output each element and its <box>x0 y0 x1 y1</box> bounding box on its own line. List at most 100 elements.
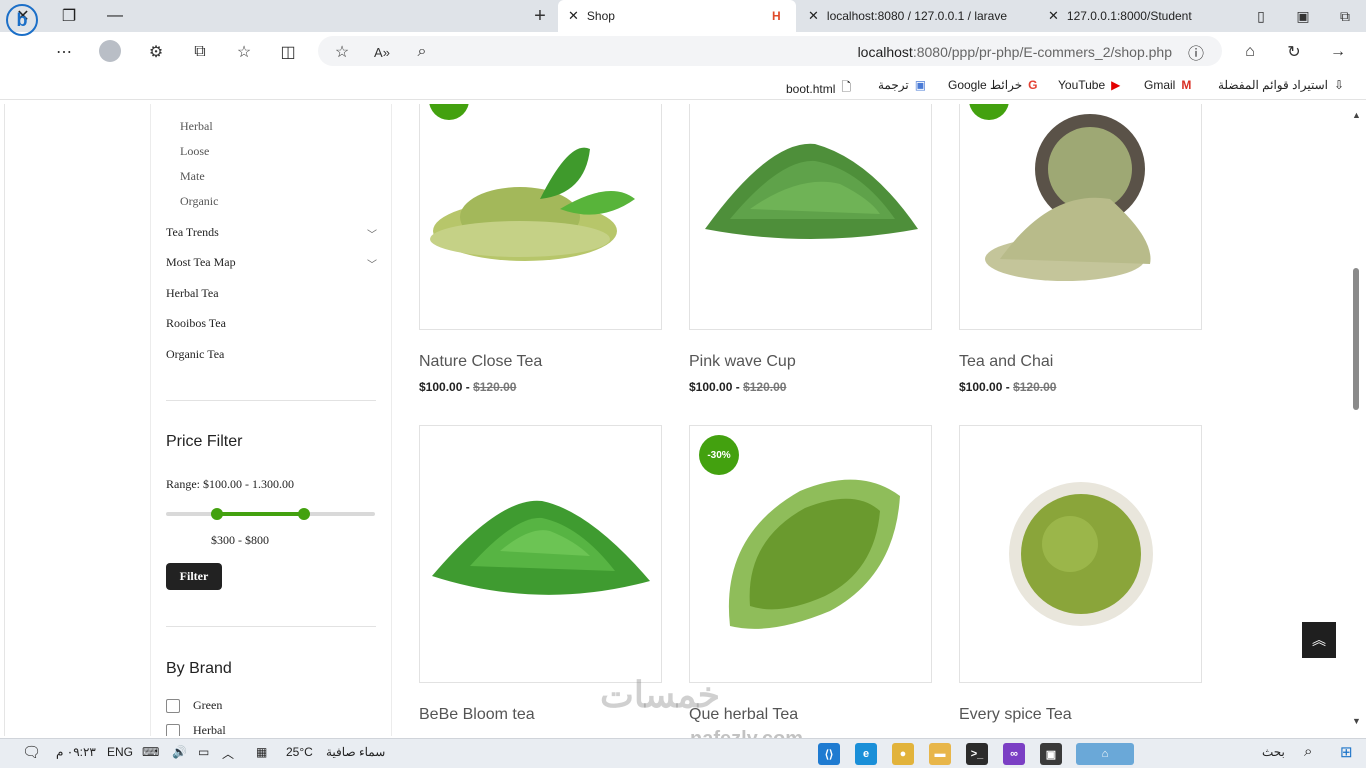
filter-button[interactable]: Filter <box>166 563 222 590</box>
tab-shop[interactable]: ✕ Shop H <box>558 0 796 32</box>
more-options-icon[interactable]: ⋯ <box>50 38 78 66</box>
chevron-down-icon[interactable]: ﹀ <box>367 256 377 271</box>
product-name[interactable]: Pink wave Cup <box>689 353 796 371</box>
windows-taskbar: 🗨 ٠٩:٢٣ م ENG ⌨ 🔊 ▭ ︿ ▦ 25°C سماء صافية … <box>0 738 1366 768</box>
visual-studio-icon[interactable]: ∞ <box>1003 743 1025 765</box>
price-filter-title: Price Filter <box>166 433 243 450</box>
site-info-icon[interactable]: ⓘ <box>1182 38 1210 66</box>
category-rooibos-tea[interactable]: Rooibos Tea <box>166 316 226 331</box>
close-tab-icon[interactable]: ✕ <box>568 8 579 24</box>
notification-icon[interactable]: 🗨 <box>22 743 41 761</box>
site-favicon-icon: H <box>772 9 781 23</box>
search-label[interactable]: بحث <box>1262 745 1285 759</box>
matcha-pile-image <box>432 500 650 595</box>
scroll-down-icon[interactable]: ▼ <box>1352 716 1361 726</box>
shop-sidebar: Herbal Loose Mate Organic Tea Trends ﹀ M… <box>150 104 392 736</box>
product-card-image[interactable] <box>689 104 932 330</box>
brand-green-checkbox[interactable] <box>166 699 180 713</box>
extensions-icon[interactable]: ⚙ <box>142 38 170 66</box>
product-name[interactable]: Tea and Chai <box>959 353 1053 371</box>
brand-herbal-checkbox[interactable] <box>166 724 180 736</box>
subcategory-organic[interactable]: Organic <box>180 194 218 209</box>
file-explorer-icon[interactable]: ▬ <box>929 743 951 765</box>
bookmarks-bar: boot.html 🗋 ترجمة ▣ Google خرائط G YouTube ▶… <box>0 72 1366 100</box>
home-icon[interactable]: ⌂ <box>1236 38 1264 66</box>
volume-icon[interactable]: 🔊 <box>172 745 187 759</box>
product-name[interactable]: Nature Close Tea <box>419 353 542 371</box>
subcategory-herbal[interactable]: Herbal <box>180 119 213 134</box>
keyboard-icon[interactable]: ⌨ <box>142 745 159 759</box>
product-card-image[interactable] <box>959 104 1202 330</box>
forward-icon[interactable]: → <box>1324 38 1352 66</box>
battery-icon[interactable]: ▭ <box>198 745 209 759</box>
product-price: $100.00 - $120.00 <box>419 380 517 394</box>
shop-page: Herbal Loose Mate Organic Tea Trends ﹀ M… <box>0 104 1348 736</box>
chevron-down-icon[interactable]: ﹀ <box>367 226 377 241</box>
tab-localhost-8080[interactable]: ✕ localhost:8080 / 127.0.0.1 / larave <box>798 0 1036 32</box>
scroll-to-top-button[interactable]: ︽ <box>1302 622 1336 658</box>
product-card-image[interactable] <box>419 104 662 330</box>
windows-start-icon[interactable]: ⊞ <box>1340 743 1353 761</box>
page-scrollbar[interactable]: ▲ ▼ <box>1348 104 1366 736</box>
scroll-up-icon[interactable]: ▲ <box>1352 110 1361 120</box>
subcategory-mate[interactable]: Mate <box>180 169 205 184</box>
product-card-image[interactable] <box>959 425 1202 683</box>
subcategory-loose[interactable]: Loose <box>180 144 209 159</box>
document-icon[interactable]: ▯ <box>1240 0 1282 32</box>
scrollbar-thumb[interactable] <box>1353 268 1359 410</box>
app-icon[interactable]: ▣ <box>1040 743 1062 765</box>
tea-bowl-image <box>985 114 1151 281</box>
chrome-icon[interactable]: ● <box>892 743 914 765</box>
add-favorite-icon[interactable]: ☆ <box>328 38 356 66</box>
weather-status[interactable]: سماء صافية <box>326 745 385 759</box>
bookmark-google-maps[interactable]: Google خرائط G <box>948 78 1037 92</box>
minimize-icon[interactable]: — <box>92 0 138 32</box>
new-tab-icon[interactable]: + <box>526 0 554 32</box>
language-indicator[interactable]: ENG <box>107 745 133 759</box>
zoom-icon[interactable]: ⌕ <box>408 38 436 66</box>
product-name[interactable]: BeBe Bloom tea <box>419 706 535 724</box>
profile-avatar[interactable] <box>99 40 121 62</box>
category-herbal-tea[interactable]: Herbal Tea <box>166 286 219 301</box>
bookmark-youtube[interactable]: YouTube ▶ <box>1058 78 1120 92</box>
discount-badge: -30% <box>699 435 739 475</box>
collections-icon[interactable]: ⧉ <box>186 38 214 66</box>
refresh-icon[interactable]: ↻ <box>1280 38 1308 66</box>
edge-icon[interactable]: e <box>855 743 877 765</box>
favorites-icon[interactable]: ☆ <box>230 38 258 66</box>
tab-actions-icon[interactable]: ▣ <box>1282 0 1324 32</box>
category-most-tea-map[interactable]: Most Tea Map <box>166 255 236 270</box>
close-tab-icon[interactable]: ✕ <box>1048 8 1059 24</box>
url-text[interactable]: localhost:8080/ppp/pr-php/E-commers_2/sh… <box>858 44 1172 60</box>
price-slider-min-handle[interactable] <box>211 508 223 520</box>
close-tab-icon[interactable]: ✕ <box>808 8 819 24</box>
bookmark-gmail[interactable]: Gmail M <box>1144 78 1191 92</box>
chevron-up-icon[interactable]: ︿ <box>222 745 234 762</box>
tea-leaves-image <box>705 143 918 239</box>
category-organic-tea[interactable]: Organic Tea <box>166 347 224 362</box>
product-card-image[interactable] <box>419 425 662 683</box>
price-slider-max-handle[interactable] <box>298 508 310 520</box>
terminal-icon[interactable]: >_ <box>966 743 988 765</box>
bookmark-boot[interactable]: boot.html 🗋 <box>786 78 851 99</box>
temperature[interactable]: 25°C <box>286 745 313 759</box>
file-icon: 🗋 <box>841 80 852 94</box>
widget-thumbnail[interactable]: ⌂ <box>1076 743 1134 765</box>
weather-icon[interactable]: ▦ <box>256 745 267 759</box>
split-screen-icon[interactable]: ◫ <box>274 38 302 66</box>
product-price: $100.00 - $120.00 <box>689 380 787 394</box>
workspaces-icon[interactable]: ⧉ <box>1324 0 1366 32</box>
read-aloud-icon[interactable]: A» <box>368 38 396 66</box>
search-icon[interactable]: ⌕ <box>1304 743 1312 760</box>
bookmark-import-favorites[interactable]: استيراد قوائم المفضلة ⇩ <box>1218 78 1344 92</box>
bookmark-translate[interactable]: ترجمة ▣ <box>878 78 926 92</box>
brand-green-label: Green <box>193 698 223 712</box>
import-icon: ⇩ <box>1334 78 1345 92</box>
bing-icon[interactable]: b <box>6 4 38 36</box>
clock-time[interactable]: ٠٩:٢٣ م <box>56 745 96 759</box>
vscode-icon[interactable]: ⟨⟩ <box>818 743 840 765</box>
product-name[interactable]: Every spice Tea <box>959 706 1072 724</box>
category-tea-trends[interactable]: Tea Trends <box>166 225 219 240</box>
tab-student[interactable]: ✕ 127.0.0.1:8000/Student <box>1038 0 1238 32</box>
restore-icon[interactable]: ❐ <box>46 0 92 32</box>
